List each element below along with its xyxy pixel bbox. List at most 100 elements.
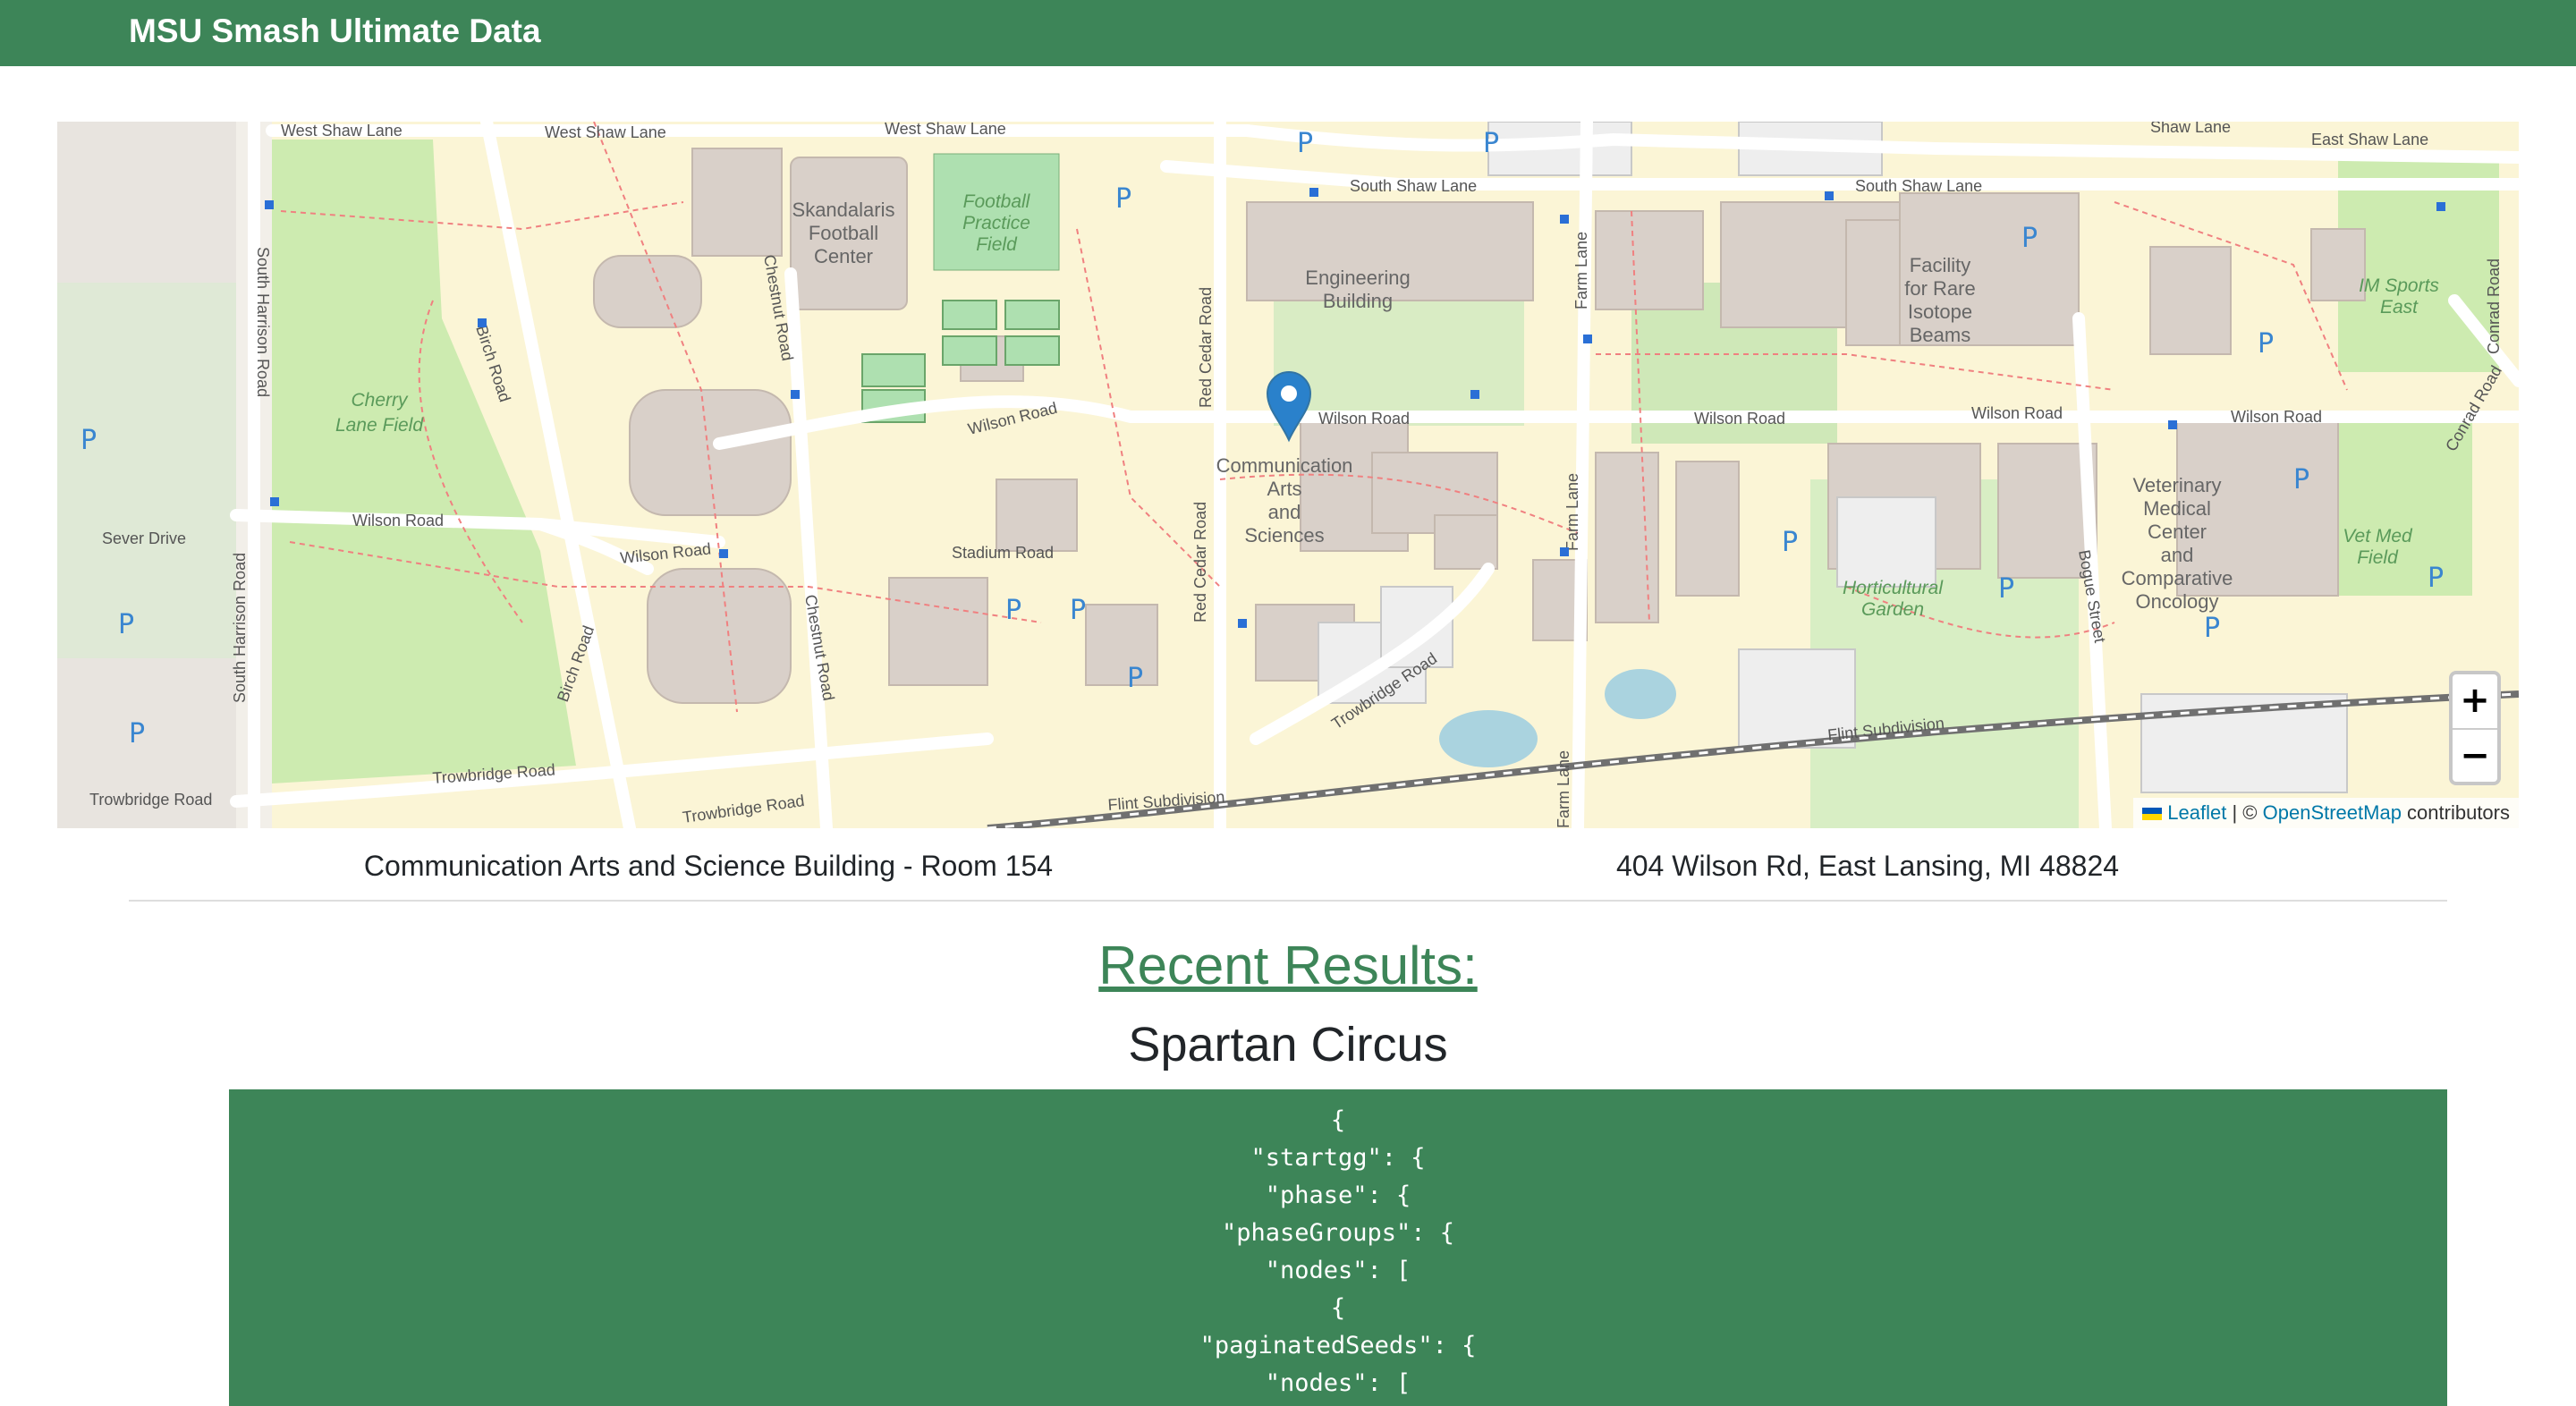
road-label-conrad-1: Conrad Road bbox=[2485, 258, 2503, 354]
road-label-wilson-3: Wilson Road bbox=[1694, 410, 1785, 428]
map-tiles[interactable]: West Shaw Lane West Shaw Lane West Shaw … bbox=[57, 122, 2519, 828]
road-label-stadium: Stadium Road bbox=[952, 544, 1054, 562]
parking-icon: P bbox=[1998, 573, 2014, 605]
venue-map[interactable]: West Shaw Lane West Shaw Lane West Shaw … bbox=[57, 122, 2519, 828]
place-label-im-sports-1: IM Sports bbox=[2359, 275, 2439, 296]
parking-icon: P bbox=[2293, 464, 2309, 495]
place-label-vet-field-1: Vet Med bbox=[2343, 526, 2413, 546]
place-label-vet-5: Comparative bbox=[2122, 567, 2233, 589]
json-line: "paginatedSeeds": { bbox=[1199, 1332, 1477, 1359]
json-line: { bbox=[1330, 1106, 1346, 1134]
place-label-cherry-1: Cherry bbox=[351, 390, 409, 411]
road-label-south-harrison-2: South Harrison Road bbox=[231, 553, 249, 703]
road-label-wilson-5: Wilson Road bbox=[2231, 408, 2322, 426]
parking-icon: P bbox=[1297, 128, 1313, 159]
parking-icon: P bbox=[1127, 663, 1143, 694]
parking-icon: P bbox=[1782, 527, 1798, 558]
parking-icon: P bbox=[1115, 183, 1131, 215]
place-label-cas-1: Communication bbox=[1216, 454, 1353, 477]
place-label-vet-6: Oncology bbox=[2136, 590, 2219, 613]
road-label-red-cedar-2: Red Cedar Road bbox=[1191, 502, 1209, 623]
road-label-red-cedar-1: Red Cedar Road bbox=[1197, 287, 1215, 408]
place-label-vet-2: Medical bbox=[2143, 497, 2211, 520]
navbar: MSU Smash Ultimate Data bbox=[0, 0, 2576, 66]
place-label-fpf-1: Football bbox=[963, 191, 1031, 212]
place-label-cas-3: and bbox=[1268, 501, 1301, 523]
zoom-in-button[interactable]: + bbox=[2453, 674, 2497, 728]
place-label-cas-4: Sciences bbox=[1244, 524, 1324, 546]
place-label-horticultural-1: Horticultural bbox=[1843, 578, 1944, 598]
navbar-brand[interactable]: MSU Smash Ultimate Data bbox=[129, 0, 541, 63]
json-line: "nodes": [ bbox=[1265, 1369, 1411, 1397]
road-label-west-shaw-3: West Shaw Lane bbox=[885, 122, 1006, 138]
venue-address: 404 Wilson Rd, East Lansing, MI 48824 bbox=[1615, 850, 2120, 882]
json-line: "phase": { bbox=[1265, 1182, 1411, 1209]
parking-icon: P bbox=[1005, 595, 1021, 626]
place-label-cas-2: Arts bbox=[1267, 478, 1301, 500]
attribution-separator: | © bbox=[2226, 801, 2263, 824]
place-label-skandalaris-2: Football bbox=[809, 222, 878, 244]
venue-name: Communication Arts and Science Building … bbox=[363, 850, 1054, 882]
road-label-farm-1: Farm Lane bbox=[1572, 232, 1590, 309]
place-label-frib-1: Facility bbox=[1910, 254, 1970, 276]
venue-info-row: Communication Arts and Science Building … bbox=[129, 841, 2447, 891]
road-label-wilson-6: Wilson Road bbox=[352, 512, 444, 529]
ukraine-flag-icon bbox=[2142, 808, 2163, 821]
json-line: { bbox=[1330, 1294, 1346, 1322]
openstreetmap-link[interactable]: OpenStreetMap bbox=[2263, 801, 2402, 824]
parking-icon: P bbox=[2204, 613, 2220, 644]
recent-results-heading: Recent Results: bbox=[1098, 936, 1478, 995]
place-label-vet-3: Center bbox=[2148, 521, 2207, 543]
parking-icon: P bbox=[2021, 223, 2038, 254]
place-label-vet-field-2: Field bbox=[2357, 547, 2399, 568]
road-label-south-shaw-1: South Shaw Lane bbox=[1350, 177, 1477, 195]
road-label-farm-2: Farm Lane bbox=[1563, 473, 1581, 551]
road-label-trowbridge-3: Trowbridge Road bbox=[89, 791, 212, 809]
place-label-fpf-2: Practice bbox=[962, 213, 1030, 233]
road-label-south-harrison-1: South Harrison Road bbox=[254, 247, 272, 397]
road-label-wilson-2: Wilson Road bbox=[1318, 410, 1410, 428]
attribution-suffix: contributors bbox=[2401, 801, 2510, 824]
parking-icon: P bbox=[1070, 595, 1086, 626]
parking-icon: P bbox=[129, 718, 145, 750]
parking-icon: P bbox=[2258, 328, 2274, 360]
leaflet-link[interactable]: Leaflet bbox=[2167, 801, 2226, 824]
place-label-im-sports-2: East bbox=[2380, 297, 2419, 318]
place-label-frib-4: Beams bbox=[1910, 324, 1970, 346]
place-label-frib-3: Isotope bbox=[1908, 301, 1972, 323]
json-line: "phaseGroups": { bbox=[1221, 1219, 1455, 1247]
place-label-skandalaris-1: Skandalaris bbox=[792, 199, 895, 221]
json-line: "startgg": { bbox=[1250, 1144, 1426, 1172]
place-label-frib-2: for Rare bbox=[1904, 277, 1975, 300]
map-attribution: Leaflet | © OpenStreetMap contributors bbox=[2133, 798, 2519, 828]
parking-icon: P bbox=[80, 425, 97, 456]
parking-icon: P bbox=[1483, 128, 1499, 159]
place-label-cherry-2: Lane Field bbox=[335, 415, 424, 436]
json-line: "nodes": [ bbox=[1265, 1257, 1411, 1284]
zoom-control: + − bbox=[2449, 671, 2501, 785]
pond-1 bbox=[1439, 710, 1538, 767]
place-label-engineering-2: Building bbox=[1323, 290, 1393, 312]
place-label-horticultural-2: Garden bbox=[1861, 599, 1924, 620]
road-label-shaw-lane: Shaw Lane bbox=[2150, 122, 2231, 136]
road-label-east-shaw: East Shaw Lane bbox=[2311, 131, 2428, 148]
road-label-west-shaw-2: West Shaw Lane bbox=[545, 123, 666, 141]
road-label-sever-drive: Sever Drive bbox=[102, 529, 186, 547]
zoom-out-button[interactable]: − bbox=[2453, 728, 2497, 783]
place-label-skandalaris-3: Center bbox=[814, 245, 873, 267]
section-divider bbox=[129, 900, 2447, 902]
event-name: Spartan Circus bbox=[1128, 1018, 1448, 1071]
place-label-engineering-1: Engineering bbox=[1305, 267, 1410, 289]
parking-icon: P bbox=[118, 609, 134, 640]
place-label-fpf-3: Field bbox=[976, 234, 1018, 255]
road-label-south-shaw-2: South Shaw Lane bbox=[1855, 177, 1982, 195]
pond-2 bbox=[1605, 669, 1676, 719]
results-json-block: { "startgg": { "phase": { "phaseGroups":… bbox=[229, 1089, 2447, 1406]
place-label-vet-4: and bbox=[2161, 544, 2194, 566]
road-label-farm-3: Farm Lane bbox=[1555, 750, 1572, 828]
parking-icon: P bbox=[2428, 563, 2444, 594]
place-label-vet-1: Veterinary bbox=[2132, 474, 2221, 496]
residential-yards bbox=[57, 283, 236, 658]
road-label-west-shaw-1: West Shaw Lane bbox=[281, 122, 402, 140]
road-label-wilson-4: Wilson Road bbox=[1971, 404, 2063, 422]
